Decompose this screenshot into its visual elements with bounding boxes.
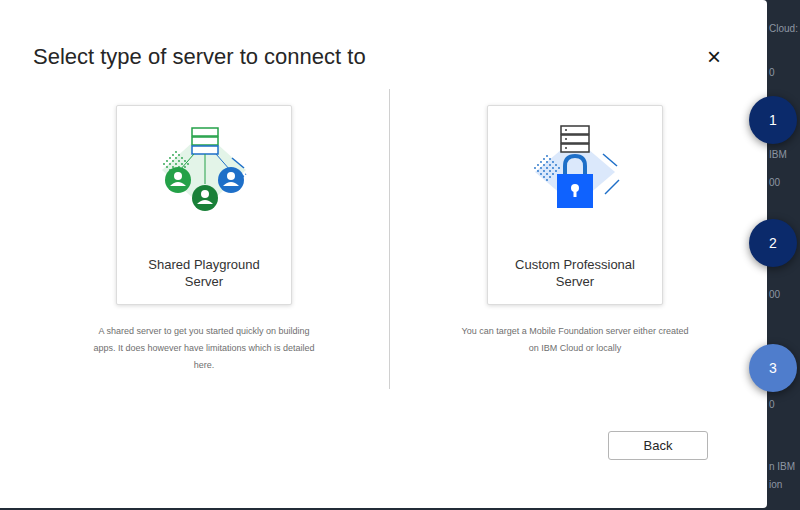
background-text: 0 — [769, 66, 800, 80]
secure-server-icon — [525, 124, 625, 216]
dialog-title: Select type of server to connect to — [33, 42, 366, 72]
background-text: 0 — [769, 398, 800, 412]
server-option-label: Shared Playground Server — [139, 256, 269, 290]
server-option: Custom Professional Server You can target… — [390, 105, 760, 389]
server-option: Shared Playground Server A shared server … — [19, 105, 389, 389]
dialog-footer: Back — [0, 431, 767, 508]
close-button[interactable]: × — [707, 44, 721, 70]
back-button[interactable]: Back — [608, 431, 708, 460]
background-text: Cloud: — [769, 22, 800, 36]
server-type-dialog: Select type of server to connect to × Shar… — [0, 0, 767, 508]
shared-server-icon — [154, 124, 254, 216]
background-text: 00 — [769, 176, 800, 190]
background-text: 00 — [769, 288, 800, 302]
options-divider — [389, 89, 390, 389]
server-option-description: A shared server to get you started quick… — [87, 323, 321, 374]
step-indicator[interactable]: 2 — [749, 219, 797, 267]
background-text: IBM — [769, 148, 800, 162]
background-text: n IBM — [769, 460, 800, 474]
step-indicator[interactable]: 3 — [749, 344, 797, 392]
dialog-options: Shared Playground Server A shared server … — [0, 105, 767, 389]
server-option-card[interactable]: Shared Playground Server — [116, 105, 292, 305]
background-text: ion — [769, 478, 800, 492]
step-indicator[interactable]: 1 — [749, 96, 797, 144]
dialog-header: Select type of server to connect to × — [0, 0, 767, 72]
server-option-description: You can target a Mobile Foundation serve… — [458, 323, 692, 357]
screen: Select type of server to connect to × Shar… — [0, 0, 800, 510]
server-option-label: Custom Professional Server — [510, 256, 640, 290]
server-option-card[interactable]: Custom Professional Server — [487, 105, 663, 305]
